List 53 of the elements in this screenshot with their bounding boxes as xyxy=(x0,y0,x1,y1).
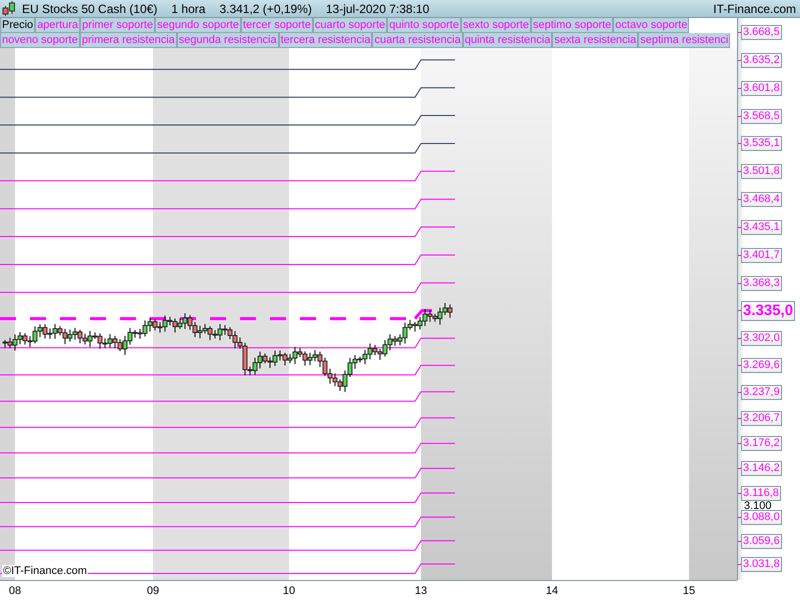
price-level-label: 3.468,4 xyxy=(741,192,782,208)
legend-item: segunda resistencia xyxy=(176,33,279,48)
legend-item: quinto soporte xyxy=(387,18,461,33)
axis-tick-label: 3.100 xyxy=(744,500,772,512)
legend-item: primer soporte xyxy=(80,18,156,33)
date-label: 08 xyxy=(8,585,22,597)
price-level-label: 3.635,2 xyxy=(741,52,782,68)
legend-item: Precio xyxy=(0,18,36,33)
date-label: 10 xyxy=(282,585,296,597)
date-label: 13 xyxy=(414,585,428,597)
price-quote: 3.341,2 (+0,19%) xyxy=(219,2,312,16)
legend-item: tercer soporte xyxy=(241,18,313,33)
price-level-label: 3.568,5 xyxy=(741,108,782,124)
price-level-label: 3.401,7 xyxy=(741,248,782,263)
legend-item: segundo soporte xyxy=(155,18,242,33)
date-time: 13-jul-2020 7:38:10 xyxy=(326,2,430,16)
price-level-label: 3.501,8 xyxy=(741,164,782,180)
legend-item: noveno soporte xyxy=(0,33,80,48)
price-level-label: 3.335,0 xyxy=(741,300,796,321)
legend-item: primera resistencia xyxy=(80,33,177,48)
legend-item: cuarta resistencia xyxy=(372,33,463,48)
price-level-label: 3.368,3 xyxy=(741,276,782,291)
copyright-label: ©IT-Finance.com xyxy=(2,565,88,577)
price-level-label: 3.435,1 xyxy=(741,220,782,236)
date-label: 09 xyxy=(146,585,160,597)
date-label: 14 xyxy=(546,585,558,597)
legend-item: quinta resistencia xyxy=(462,33,552,48)
legend-item: cuarto soporte xyxy=(312,18,388,33)
price-level-label: 3.206,7 xyxy=(741,410,782,426)
price-level-label: 3.269,6 xyxy=(741,358,782,374)
legend-item: octavo soporte xyxy=(613,18,690,33)
price-level-label: 3.031,8 xyxy=(741,557,782,572)
date-label: 15 xyxy=(682,585,696,597)
price-level-label: 3.088,0 xyxy=(741,510,782,526)
legend-item: sexta resistencia xyxy=(552,33,638,48)
legend-item: septima resistenci xyxy=(638,33,730,48)
price-level-label: 3.237,9 xyxy=(741,384,782,400)
timeframe: 1 hora xyxy=(171,2,206,16)
price-level-label: 3.302,0 xyxy=(741,331,782,346)
price-level-label: 3.116,8 xyxy=(741,486,781,501)
instrument-name: EU Stocks 50 Cash (10€) xyxy=(22,2,158,16)
legend-item: sexto soporte xyxy=(460,18,532,33)
price-level-label: 3.176,2 xyxy=(741,436,782,452)
legend-item: tercera resistencia xyxy=(278,33,372,48)
candlestick-icon xyxy=(2,0,16,16)
price-level-label: 3.535,1 xyxy=(741,136,782,152)
price-level-label: 3.601,8 xyxy=(741,80,782,96)
price-level-label: 3.668,5 xyxy=(741,25,782,40)
legend-item: septimo soporte xyxy=(531,18,614,33)
legend-item: apertura xyxy=(35,18,80,33)
brand-label: IT-Finance.com xyxy=(713,2,796,16)
price-level-label: 3.146,2 xyxy=(741,461,782,476)
price-level-label: 3.059,6 xyxy=(741,534,782,549)
